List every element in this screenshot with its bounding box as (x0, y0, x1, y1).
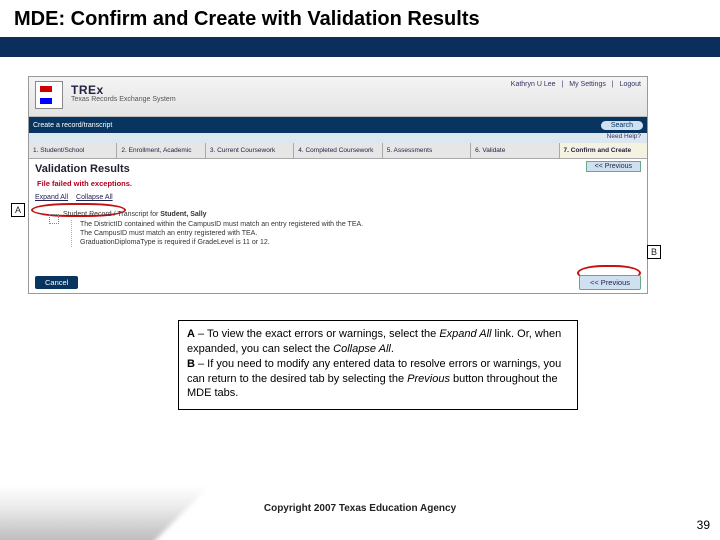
explain-b-lead: B (187, 358, 195, 370)
previous-button-top[interactable]: << Previous (586, 161, 641, 172)
explain-b-em: Previous (407, 373, 450, 385)
copyright-text: Copyright 2007 Texas Education Agency (0, 503, 720, 514)
cancel-button[interactable]: Cancel (35, 276, 78, 289)
explain-line-a: A – To view the exact errors or warnings… (187, 327, 569, 357)
title-underline (0, 37, 720, 57)
tree-item: The CampusID must match an entry registe… (80, 229, 641, 238)
tree-item: The DistrictID contained within the Camp… (80, 220, 641, 229)
explain-a-em2: Collapse All (333, 343, 391, 355)
tree-root-name: Student, Sally (160, 211, 206, 218)
help-link-row: Need Help? (29, 133, 647, 143)
search-button[interactable]: Search (601, 121, 643, 130)
validation-section: Validation Results << Previous File fail… (29, 159, 647, 287)
explain-a-t1: – To view the exact errors or warnings, … (195, 328, 439, 340)
explain-line-b: B – If you need to modify any entered da… (187, 357, 569, 402)
state-flag-icon (35, 81, 63, 109)
tree-item: GraduationDiplomaType is required if Gra… (80, 238, 641, 247)
step-strip: 1. Student/School 2. Enrollment, Academi… (29, 143, 647, 159)
explain-a-t3: . (391, 343, 394, 355)
previous-button-bottom[interactable]: << Previous (579, 275, 641, 290)
step-6[interactable]: 6. Validate (471, 143, 559, 158)
breadcrumb: Create a record/transcript (33, 122, 112, 129)
breadcrumb-strip: Create a record/transcript Search (29, 117, 647, 133)
failure-message: File failed with exceptions. (37, 179, 641, 188)
app-screenshot: TREx Texas Records Exchange System Kathr… (28, 76, 648, 294)
validation-tree: Student Record / Transcript for Student,… (49, 211, 641, 247)
step-2[interactable]: 2. Enrollment, Academic (117, 143, 205, 158)
explain-a-lead: A (187, 328, 195, 340)
slide: MDE: Confirm and Create with Validation … (0, 0, 720, 540)
validation-title: Validation Results (35, 163, 641, 175)
collapse-all-link[interactable]: Collapse All (76, 194, 113, 201)
explain-a-em: Expand All (439, 328, 491, 340)
expand-all-link[interactable]: Expand All (35, 194, 68, 201)
my-settings-link[interactable]: My Settings (569, 81, 606, 88)
screenshot-footer: Cancel << Previous (29, 271, 647, 293)
app-logo-text: TREx (71, 83, 104, 97)
step-4[interactable]: 4. Completed Coursework (294, 143, 382, 158)
step-5[interactable]: 5. Assessments (383, 143, 471, 158)
slide-number: 39 (697, 518, 710, 532)
step-7-active[interactable]: 7. Confirm and Create (560, 143, 647, 158)
step-1[interactable]: 1. Student/School (29, 143, 117, 158)
explanation-box: A – To view the exact errors or warnings… (178, 320, 578, 410)
callout-label-b: B (647, 245, 661, 259)
tree-root-prefix: Student Record / Transcript for (63, 211, 160, 218)
app-subtitle: Texas Records Exchange System (71, 96, 176, 103)
title-bar: MDE: Confirm and Create with Validation … (0, 0, 720, 35)
user-bar: Kathryn U Lee | My Settings | Logout (507, 81, 641, 88)
callout-label-a: A (11, 203, 25, 217)
user-greeting: Kathryn U Lee (511, 81, 556, 88)
logout-link[interactable]: Logout (620, 81, 641, 88)
step-3[interactable]: 3. Current Coursework (206, 143, 294, 158)
help-link[interactable]: Need Help? (607, 133, 641, 140)
slide-title: MDE: Confirm and Create with Validation … (14, 8, 706, 31)
app-header: TREx Texas Records Exchange System Kathr… (29, 77, 647, 117)
expand-collapse-row: Expand All Collapse All (35, 194, 119, 201)
tree-children: The DistrictID contained within the Camp… (71, 220, 641, 247)
tree-root[interactable]: Student Record / Transcript for Student,… (49, 211, 641, 218)
